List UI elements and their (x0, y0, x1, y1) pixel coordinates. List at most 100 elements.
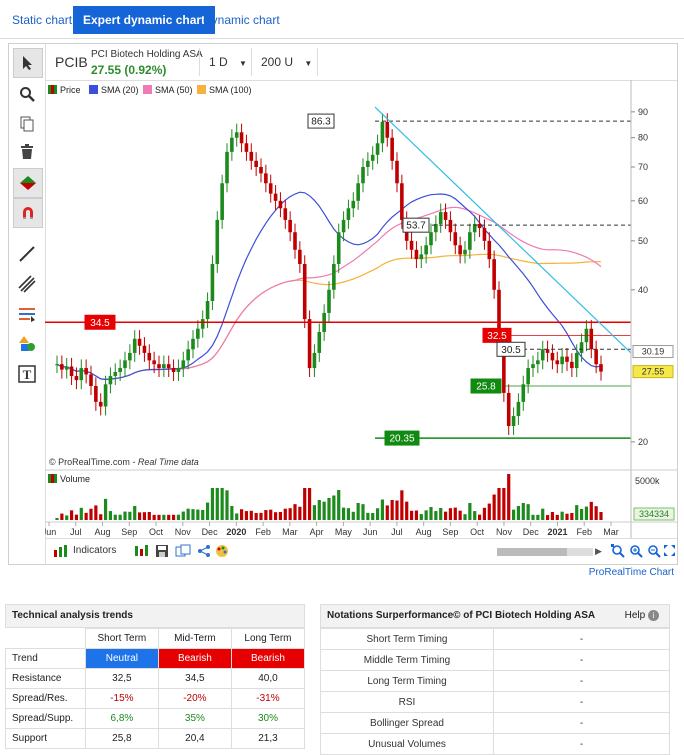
price-candle (414, 249, 419, 260)
technical-trends-panel: Technical analysis trends Short Term Mid… (5, 604, 306, 749)
zoom-out-icon[interactable] (647, 544, 661, 563)
resistance-long: 40,0 (230, 668, 306, 689)
windows-icon[interactable] (175, 544, 191, 563)
volume-bar (560, 511, 564, 520)
last-volume: 334334 (639, 509, 669, 519)
text-tool-icon[interactable]: T (13, 360, 41, 388)
units-select[interactable]: 200 U ▼ (261, 52, 312, 72)
table-row: Unusual Volumes - (320, 733, 670, 755)
buy-sell-icon[interactable] (13, 168, 43, 198)
trash-icon[interactable] (13, 138, 41, 166)
save-icon[interactable] (155, 544, 169, 563)
row-value: - (493, 649, 670, 671)
legend-sma20: SMA (20) (101, 85, 139, 95)
legend-sma100-swatch (197, 85, 206, 94)
price-candle (545, 349, 550, 353)
price-candle (79, 368, 84, 381)
price-candle (283, 208, 288, 220)
scroll-right-icon[interactable]: ▶ (595, 546, 602, 557)
price-candle (487, 240, 492, 260)
price-candle (385, 121, 390, 138)
volume-bar (371, 513, 375, 520)
price-candle (458, 245, 462, 255)
price-candle (400, 183, 404, 220)
copy-icon[interactable] (13, 110, 41, 138)
shapes-icon[interactable] (13, 330, 41, 358)
price-candle (128, 352, 132, 361)
chart-tabs: Static chart Expert dynamic chart Dynami… (0, 0, 684, 39)
time-scrollbar[interactable] (497, 548, 593, 556)
cursor-icon[interactable] (13, 48, 43, 78)
indicators-button[interactable]: Indicators (73, 545, 116, 556)
level-label: 32.5 (487, 331, 507, 342)
time-tick-label: Oct (470, 527, 485, 537)
prorealtime-link[interactable]: ProRealTime Chart (589, 567, 674, 578)
volume-bar (60, 513, 64, 520)
row-label: Middle Term Timing (320, 649, 494, 671)
volume-bar (191, 509, 195, 520)
price-candle (89, 374, 93, 387)
chart-bottom-toolbar: Indicators ▶ (45, 538, 677, 565)
price-candle (395, 160, 399, 184)
volume-bar (565, 513, 569, 520)
price-candle (181, 360, 186, 369)
volume-bar (269, 509, 273, 520)
magnet-icon[interactable] (13, 198, 43, 228)
volume-bar (414, 510, 419, 520)
trends-table: Short Term Mid-Term Long Term Trend Neut… (5, 628, 306, 749)
volume-bar (473, 511, 477, 520)
line-tool-icon[interactable] (13, 240, 41, 268)
zoom-icon[interactable] (13, 80, 41, 108)
time-tick-label: Sep (442, 527, 458, 537)
price-candle (298, 249, 302, 264)
chart-frame: T PCIB PCI Biotech Holding ASA 27.55 (0.… (8, 43, 678, 565)
time-tick-label: 2021 (547, 527, 567, 537)
volume-bar (380, 499, 385, 520)
fullscreen-icon[interactable] (663, 544, 676, 562)
level-label: 34.5 (90, 318, 110, 329)
price-chart[interactable]: Price SMA (20) SMA (50) SMA (100) 86.3 53… (45, 80, 677, 538)
chart-type-icon[interactable] (133, 544, 149, 563)
volume-bar (463, 514, 467, 520)
interval-select[interactable]: 1 D ▼ (209, 52, 247, 72)
price-candle (196, 328, 200, 339)
price-candle (249, 151, 254, 161)
row-value: - (493, 712, 670, 734)
volume-bar (244, 511, 249, 520)
chart-plot (55, 113, 603, 435)
price-candle (366, 160, 370, 168)
fibonacci-icon[interactable] (13, 300, 41, 328)
help-link[interactable]: Help i (625, 605, 659, 627)
price-candle (166, 364, 171, 369)
price-axis: 90 80 70 60 50 40 20 30.19 27.55 (631, 107, 674, 447)
indicators-icon[interactable] (53, 544, 69, 563)
volume-bar (133, 506, 137, 520)
tab-static-chart[interactable]: Static chart (2, 6, 82, 34)
price-candle (531, 364, 535, 369)
volume-bar (225, 490, 229, 520)
channel-tool-icon[interactable] (13, 270, 41, 298)
volume-bar (487, 503, 491, 520)
share-icon[interactable] (197, 544, 211, 563)
price-candle (293, 232, 297, 250)
volume-bar (366, 512, 370, 520)
volume-bar (521, 503, 525, 520)
volume-bar (254, 513, 258, 520)
time-scrollbar-thumb[interactable] (497, 548, 567, 556)
volume-bar (249, 510, 253, 520)
volume-bar (492, 494, 496, 520)
zoom-in-icon[interactable] (629, 544, 643, 563)
palette-icon[interactable] (215, 544, 229, 563)
zoom-area-icon[interactable] (611, 544, 625, 563)
table-row: Long Term Timing - (320, 670, 670, 692)
time-tick-label: Feb (255, 527, 271, 537)
time-tick-label: Jul (391, 527, 403, 537)
volume-bar (434, 511, 438, 520)
level-label: 53.7 (406, 221, 426, 232)
volume-bar (385, 505, 389, 520)
price-candle (438, 212, 443, 224)
legend-sma20-swatch (89, 85, 98, 94)
volume-bar (312, 505, 317, 520)
legend-price-swatch-down (51, 85, 54, 94)
tab-dynamic-chart[interactable]: Dynamic chart (193, 6, 290, 34)
